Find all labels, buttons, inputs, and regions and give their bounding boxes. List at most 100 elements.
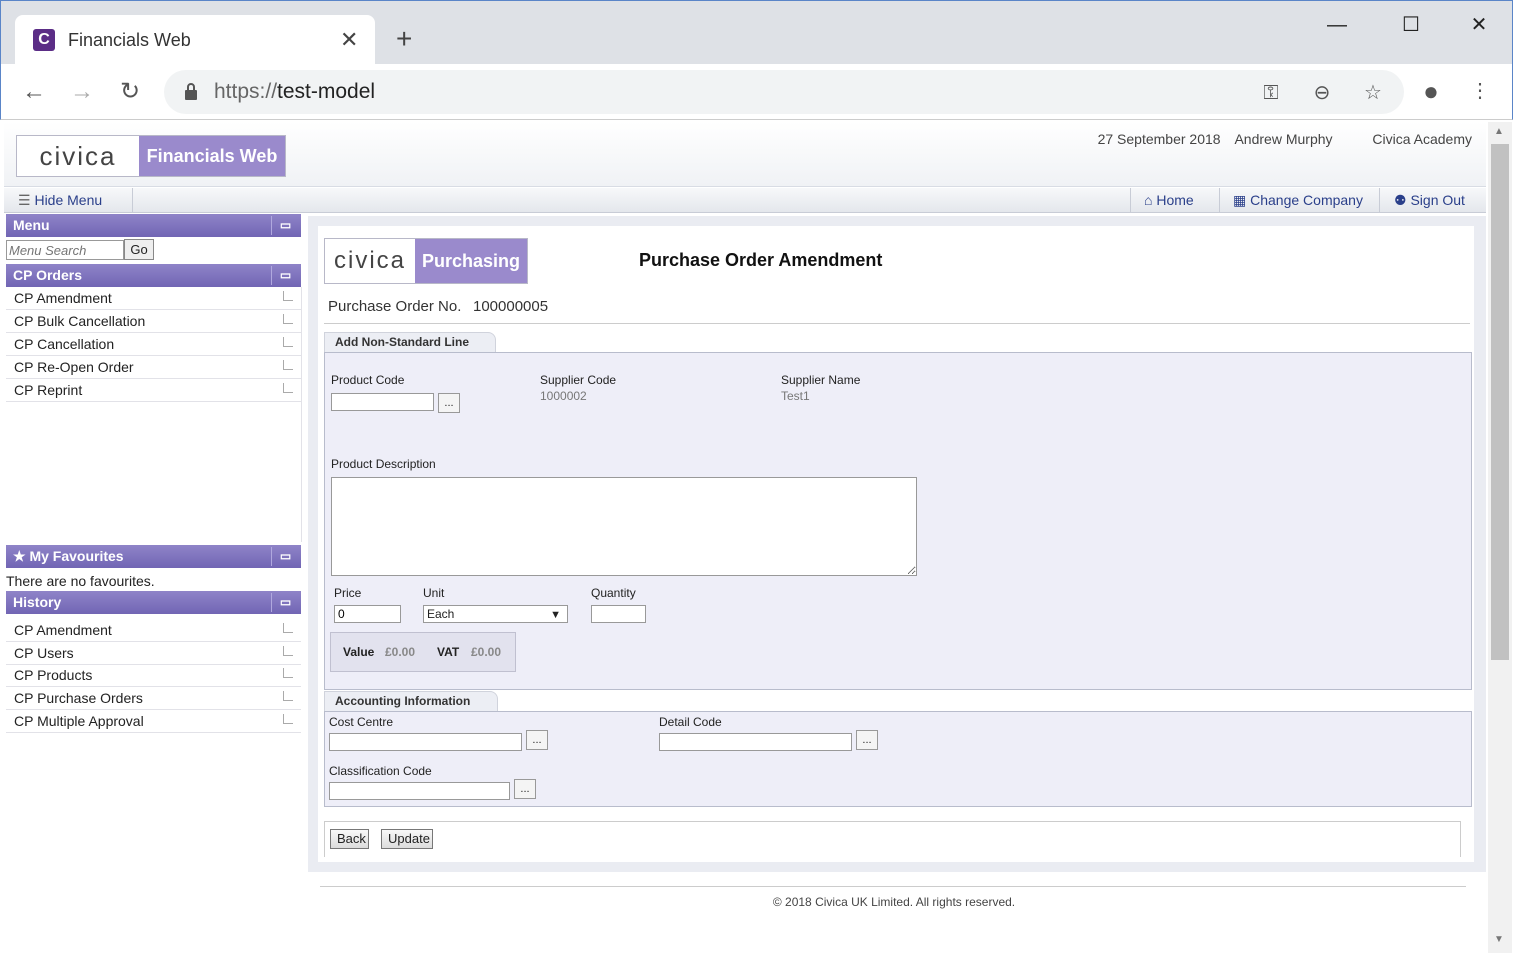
divider <box>1219 188 1220 213</box>
value-label: Value <box>343 645 375 659</box>
button-bar: Back Update <box>324 821 1461 857</box>
classification-code-lookup-button[interactable]: ... <box>514 779 536 799</box>
value-summary: Value £0.00 VAT £0.00 <box>330 632 516 672</box>
price-label: Price <box>334 586 362 600</box>
section-tab-accounting-information: Accounting Information <box>324 691 498 711</box>
quantity-label: Quantity <box>591 586 636 600</box>
more-menu-icon[interactable]: ⋮ <box>1467 78 1493 104</box>
home-icon: ⌂ <box>1144 192 1157 208</box>
value-amount: £0.00 <box>385 645 416 659</box>
maximize-icon[interactable]: ☐ <box>1391 11 1431 39</box>
building-icon: ▦ <box>1233 192 1251 208</box>
product-description-textarea[interactable] <box>331 477 917 576</box>
history-item[interactable]: CP Multiple Approval <box>6 710 301 733</box>
scrollbar-thumb[interactable] <box>1491 144 1509 660</box>
vat-label: VAT <box>437 645 460 659</box>
scroll-down-icon[interactable]: ▼ <box>1494 934 1504 945</box>
open-external-icon <box>283 691 293 701</box>
open-external-icon <box>283 623 293 633</box>
url-text: https://test-model <box>214 80 376 103</box>
classification-code-input[interactable] <box>329 782 510 800</box>
divider <box>1130 188 1131 213</box>
product-code-label: Product Code <box>331 373 405 387</box>
favourites-panel-header: ★ My Favourites ▭ <box>6 545 301 568</box>
cost-centre-lookup-button[interactable]: ... <box>526 730 548 750</box>
sidebar-item-cp-re-open-order[interactable]: CP Re-Open Order <box>6 356 301 379</box>
history-item[interactable]: CP Products <box>6 664 301 687</box>
quantity-input[interactable] <box>591 605 646 623</box>
sign-out-link[interactable]: ⚉ Sign Out <box>1394 192 1465 209</box>
dropdown-arrow-icon: ▼ <box>550 609 561 621</box>
browser-toolbar: ← → ↻ https://test-model ⚿ ⊖ ☆ ● ⋮ <box>0 64 1513 120</box>
change-company-link[interactable]: ▦ Change Company <box>1233 192 1363 209</box>
web-page: civica Financials Web 27 September 2018 … <box>4 122 1486 953</box>
po-number-label: Purchase Order No. <box>328 298 462 315</box>
footer-divider <box>320 886 1466 887</box>
sidebar-item-cp-bulk-cancellation[interactable]: CP Bulk Cancellation <box>6 310 301 333</box>
star-icon[interactable]: ☆ <box>1360 80 1386 106</box>
close-tab-icon[interactable]: ✕ <box>340 27 358 53</box>
history-item[interactable]: CP Amendment <box>6 619 301 642</box>
minimize-icon[interactable]: — <box>1317 11 1357 39</box>
history-item[interactable]: CP Users <box>6 642 301 665</box>
panel-toggle-icon[interactable]: ▭ <box>271 547 299 566</box>
history-panel-header: History ▭ <box>6 591 301 614</box>
sidebar-item-cp-amendment[interactable]: CP Amendment <box>6 287 301 310</box>
panel-toggle-icon[interactable]: ▭ <box>271 593 299 612</box>
reload-icon[interactable]: ↻ <box>114 76 146 108</box>
module-name: Purchasing <box>415 239 527 283</box>
header-info: 27 September 2018 Andrew Murphy Civica A… <box>1088 131 1472 147</box>
key-icon[interactable]: ⚿ <box>1258 80 1284 106</box>
back-button[interactable]: Back <box>330 829 369 849</box>
price-input[interactable] <box>334 605 401 623</box>
add-line-section: Product Code ... Supplier Code 1000002 S… <box>324 352 1472 690</box>
po-number-value: 100000005 <box>473 298 549 315</box>
user-name: Andrew Murphy <box>1234 131 1333 147</box>
detail-code-input[interactable] <box>659 733 852 751</box>
classification-code-label: Classification Code <box>329 764 432 778</box>
detail-code-lookup-button[interactable]: ... <box>856 730 878 750</box>
supplier-name-label: Supplier Name <box>781 373 861 387</box>
unit-select[interactable]: Each ▼ <box>423 605 568 623</box>
cost-centre-label: Cost Centre <box>329 715 394 729</box>
panel-toggle-icon[interactable]: ▭ <box>271 266 299 285</box>
sidebar-item-cp-reprint[interactable]: CP Reprint <box>6 379 301 402</box>
hide-menu-link[interactable]: ☰ Hide Menu <box>18 192 102 209</box>
new-tab-icon[interactable]: + <box>396 25 412 53</box>
product-code-lookup-button[interactable]: ... <box>438 393 460 413</box>
cost-centre-input[interactable] <box>329 733 522 751</box>
close-window-icon[interactable]: ✕ <box>1459 11 1499 39</box>
update-button[interactable]: Update <box>381 829 433 849</box>
forward-icon[interactable]: → <box>66 76 98 108</box>
profile-icon[interactable]: ● <box>1418 78 1444 104</box>
form-area: civica Purchasing Purchase Order Amendme… <box>318 226 1474 862</box>
divider <box>324 323 1470 324</box>
home-link[interactable]: ⌂ Home <box>1144 192 1194 208</box>
app-name: Financials Web <box>139 136 285 176</box>
history-item[interactable]: CP Purchase Orders <box>6 687 301 710</box>
detail-code-label: Detail Code <box>659 715 722 729</box>
browser-tab[interactable]: C Financials Web ✕ <box>15 15 375 65</box>
open-external-icon <box>283 383 293 393</box>
scroll-up-icon[interactable]: ▲ <box>1494 126 1504 137</box>
menu-search-go-button[interactable]: Go <box>124 239 154 260</box>
open-external-icon <box>283 646 293 656</box>
page-scrollbar[interactable]: ▲ ▼ <box>1488 122 1512 953</box>
footer-copyright: © 2018 Civica UK Limited. All rights res… <box>772 895 1016 909</box>
panel-toggle-icon[interactable]: ▭ <box>271 216 299 235</box>
sidebar: Menu▭ Go CP Orders▭ CP Amendment CP Bulk… <box>6 214 302 953</box>
back-icon[interactable]: ← <box>18 76 50 108</box>
menu-panel-header: Menu ▭ <box>6 214 301 237</box>
unit-selected-value: Each <box>427 607 455 621</box>
open-external-icon <box>283 291 293 301</box>
zoom-out-icon[interactable]: ⊖ <box>1309 80 1335 106</box>
sidebar-item-cp-cancellation[interactable]: CP Cancellation <box>6 333 301 356</box>
change-company-label: Change Company <box>1250 192 1363 208</box>
civica-favicon-icon: C <box>33 29 55 51</box>
address-bar[interactable]: https://test-model ⚿ ⊖ ☆ <box>164 70 1404 114</box>
product-code-input[interactable] <box>331 393 434 411</box>
lock-icon <box>185 83 197 100</box>
menu-search-input[interactable] <box>6 240 124 260</box>
supplier-code-value: 1000002 <box>540 389 587 403</box>
page-title: Purchase Order Amendment <box>639 250 883 270</box>
